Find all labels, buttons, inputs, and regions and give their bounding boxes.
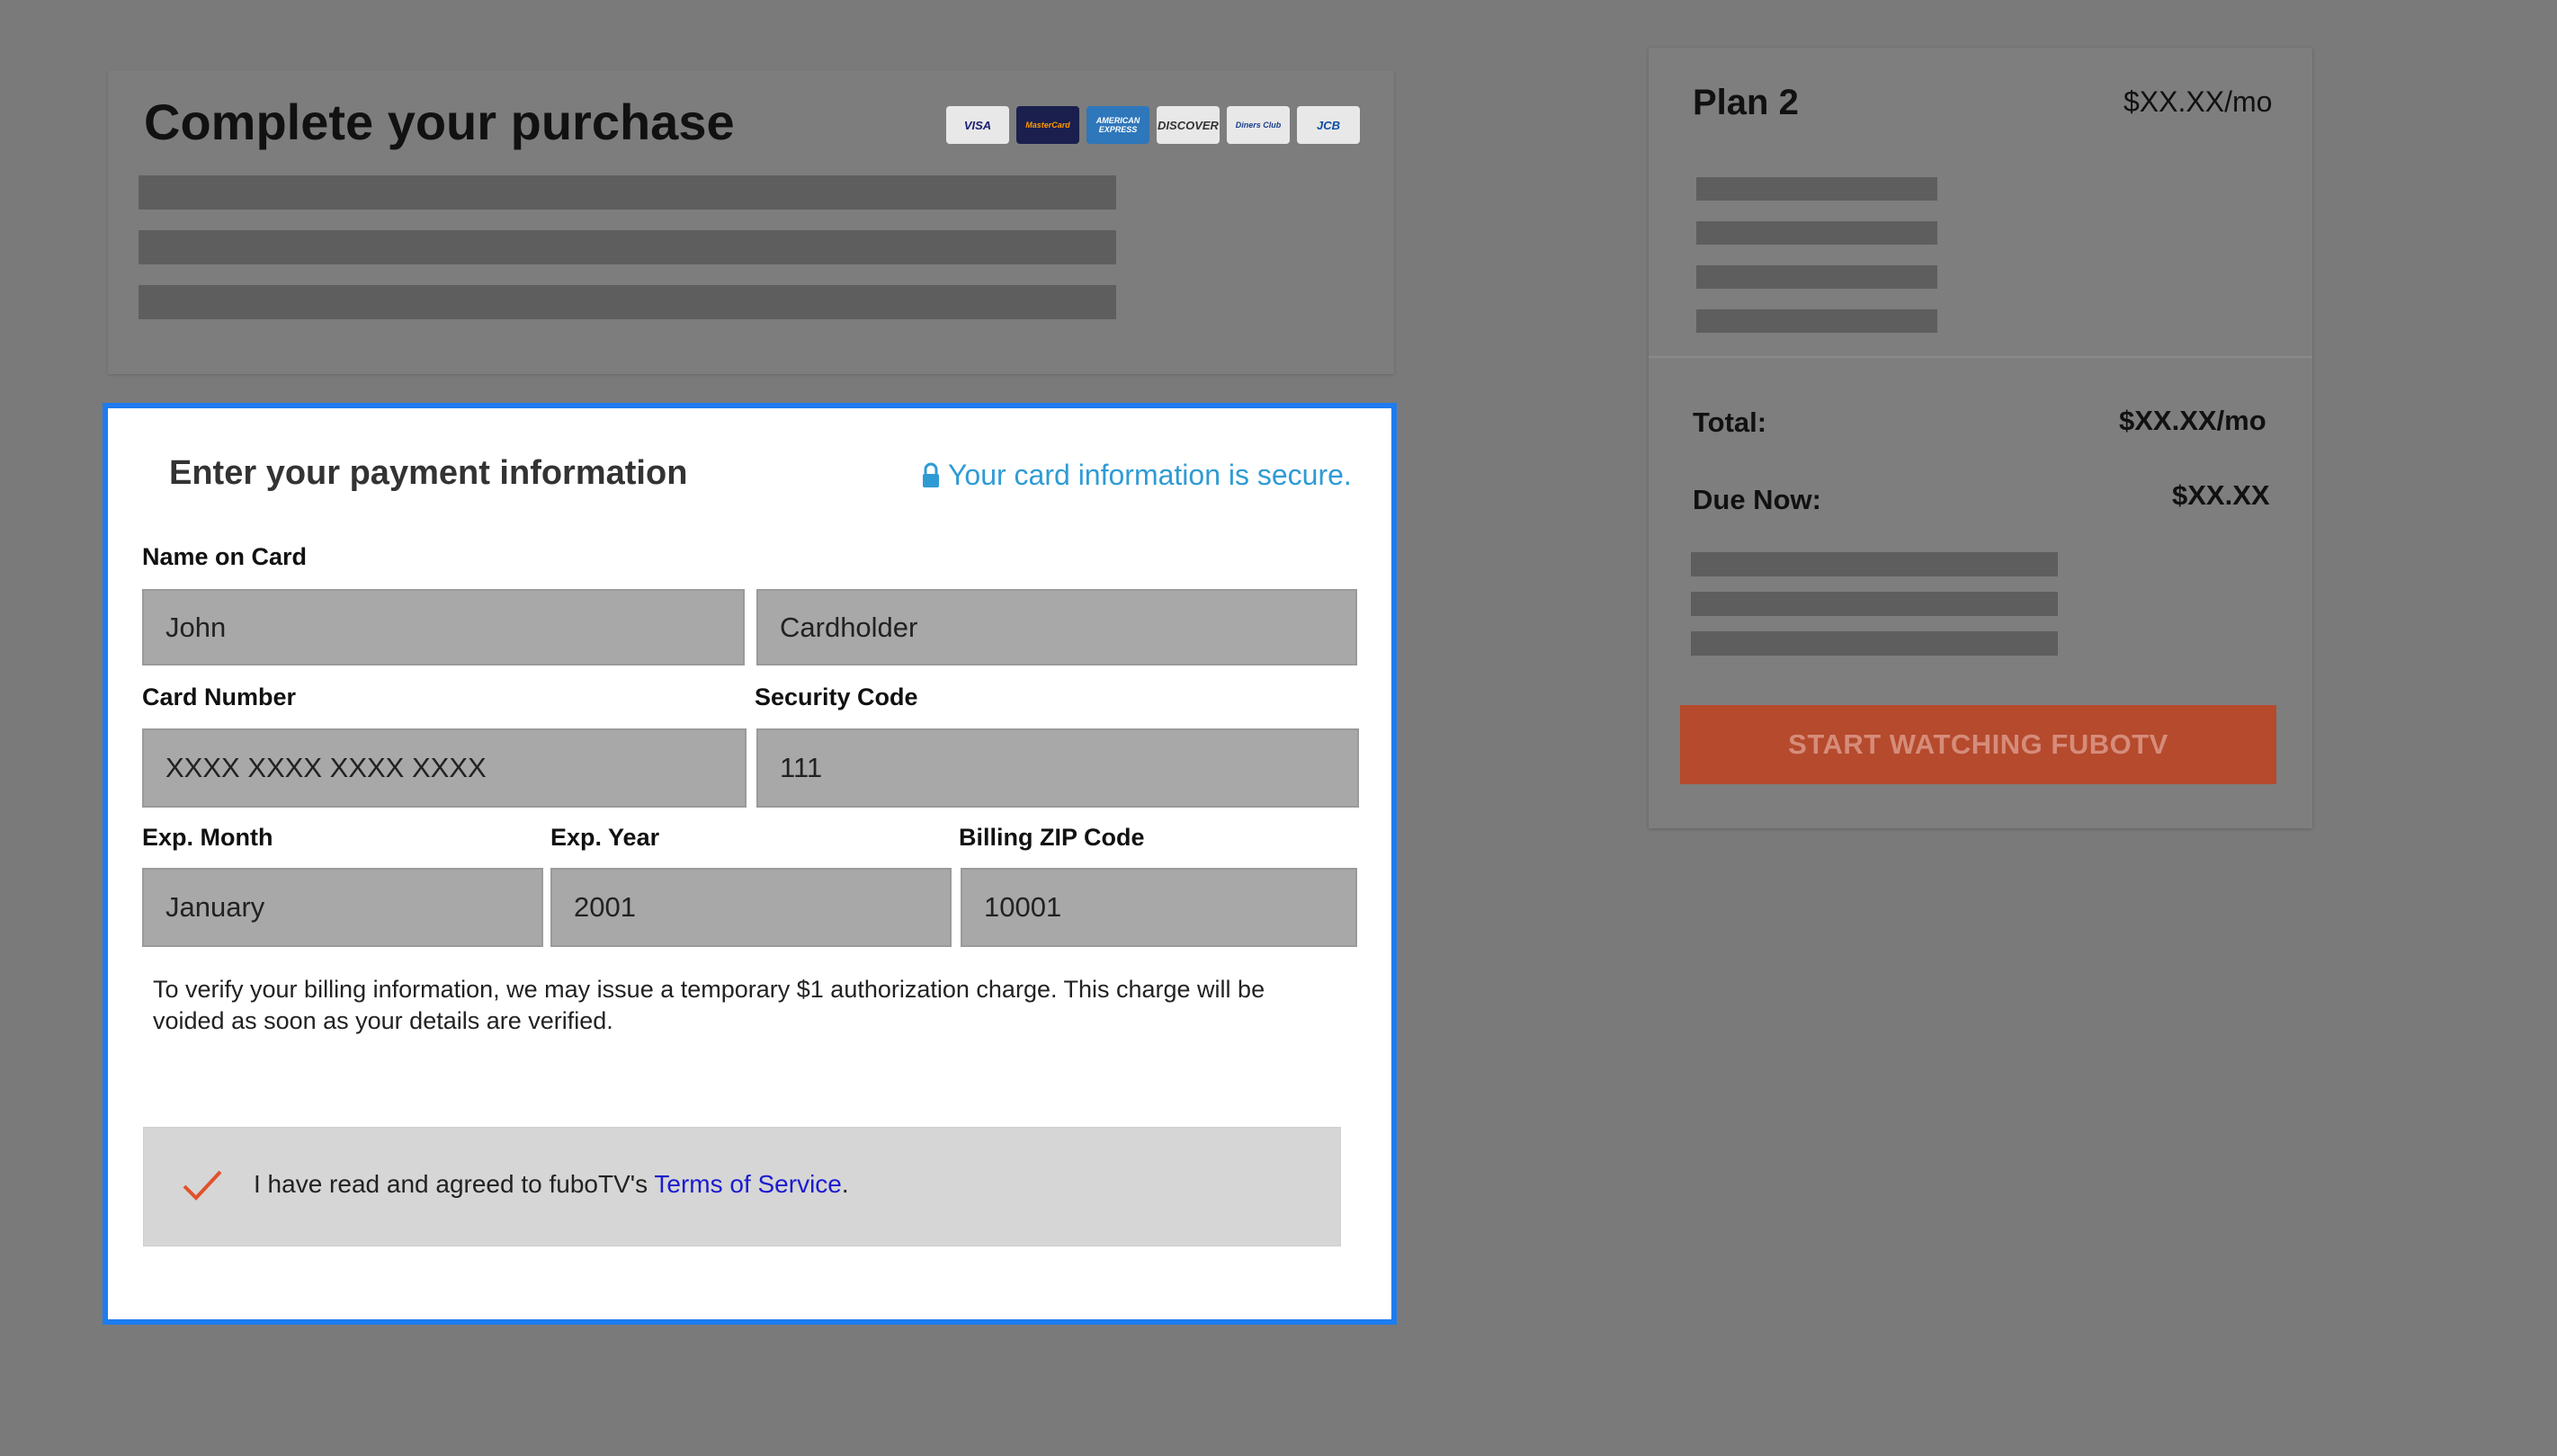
placeholder-line <box>1696 221 1937 245</box>
terms-of-service-link[interactable]: Terms of Service <box>654 1170 842 1198</box>
placeholder-line <box>1691 592 2058 616</box>
checkmark-icon[interactable] <box>180 1166 225 1204</box>
name-on-card-label: Name on Card <box>142 543 308 570</box>
secure-notice: Your card information is secure. <box>921 459 1352 492</box>
placeholder-line <box>1691 552 2058 576</box>
placeholder-line <box>139 285 1116 319</box>
placeholder-line <box>1696 265 1937 289</box>
billing-zip-label: Billing ZIP Code <box>959 824 1145 851</box>
security-code-label: Security Code <box>755 683 918 710</box>
due-now-value: $XX.XX <box>2172 479 2270 511</box>
due-now-label: Due Now: <box>1693 484 1821 515</box>
accepted-cards: VISA MasterCard AMERICAN EXPRESS DISCOVE… <box>946 106 1360 144</box>
last-name-input[interactable]: Cardholder <box>756 589 1357 665</box>
payment-form-heading: Enter your payment information <box>169 454 688 492</box>
placeholder-line <box>1696 309 1937 333</box>
exp-year-label: Exp. Year <box>550 824 660 851</box>
exp-month-select[interactable]: January <box>142 868 543 947</box>
discover-icon: DISCOVER <box>1157 106 1220 144</box>
total-value: $XX.XX/mo <box>2119 405 2266 436</box>
card-number-label: Card Number <box>142 683 297 710</box>
total-label: Total: <box>1693 406 1767 438</box>
placeholder-line <box>139 230 1116 264</box>
first-name-input[interactable]: John <box>142 589 745 665</box>
mastercard-icon: MasterCard <box>1016 106 1079 144</box>
billing-zip-input[interactable]: 10001 <box>961 868 1357 947</box>
amex-icon: AMERICAN EXPRESS <box>1086 106 1149 144</box>
card-number-input[interactable]: XXXX XXXX XXXX XXXX <box>142 728 747 808</box>
terms-text: I have read and agreed to fuboTV's Terms… <box>254 1170 849 1198</box>
page-title: Complete your purchase <box>144 94 735 150</box>
exp-month-label: Exp. Month <box>142 824 273 851</box>
jcb-icon: JCB <box>1297 106 1360 144</box>
plan-price: $XX.XX/mo <box>2123 85 2273 118</box>
secure-text: Your card information is secure. <box>948 459 1352 491</box>
start-watching-button[interactable]: START WATCHING FUBOTV <box>1680 705 2276 784</box>
diners-club-icon: Diners Club <box>1227 106 1290 144</box>
lock-icon <box>923 462 939 487</box>
divider <box>1649 356 2312 358</box>
authorization-notice: To verify your billing information, we m… <box>153 976 1265 1034</box>
security-code-input[interactable]: 111 <box>756 728 1359 808</box>
visa-icon: VISA <box>946 106 1009 144</box>
exp-year-select[interactable]: 2001 <box>550 868 952 947</box>
placeholder-line <box>139 175 1116 210</box>
placeholder-line <box>1696 177 1937 201</box>
placeholder-line <box>1691 631 2058 656</box>
plan-name: Plan 2 <box>1693 83 1799 122</box>
